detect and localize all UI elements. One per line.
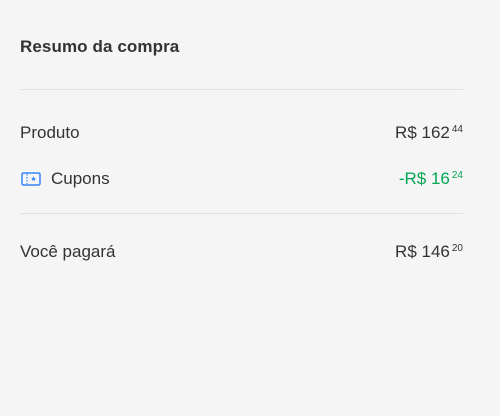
product-price: R$ 162 44 — [395, 123, 463, 143]
total-row: Você pagará R$ 146 20 — [20, 240, 463, 264]
summary-title: Resumo da compra — [20, 37, 180, 56]
coupons-row: Cupons -R$ 16 24 — [20, 167, 463, 191]
coupons-discount-cents: 24 — [451, 170, 463, 181]
product-label: Produto — [20, 123, 80, 142]
divider — [20, 89, 463, 90]
total-price: R$ 146 20 — [395, 242, 463, 262]
coupons-label: Cupons — [51, 169, 110, 188]
product-price-cents: 44 — [451, 124, 463, 135]
product-price-amount: R$ 162 — [395, 123, 450, 142]
divider — [20, 213, 463, 214]
total-price-cents: 20 — [451, 243, 463, 254]
coupons-label-group: Cupons — [20, 169, 110, 189]
total-price-amount: R$ 146 — [395, 242, 450, 261]
total-label: Você pagará — [20, 242, 116, 261]
coupons-discount: -R$ 16 24 — [399, 169, 463, 189]
product-row: Produto R$ 162 44 — [20, 121, 463, 145]
coupon-ticket-icon — [20, 170, 42, 188]
coupons-discount-amount: -R$ 16 — [398, 169, 450, 188]
purchase-summary-panel: Resumo da compra Produto R$ 162 44 Cupon… — [0, 0, 500, 416]
